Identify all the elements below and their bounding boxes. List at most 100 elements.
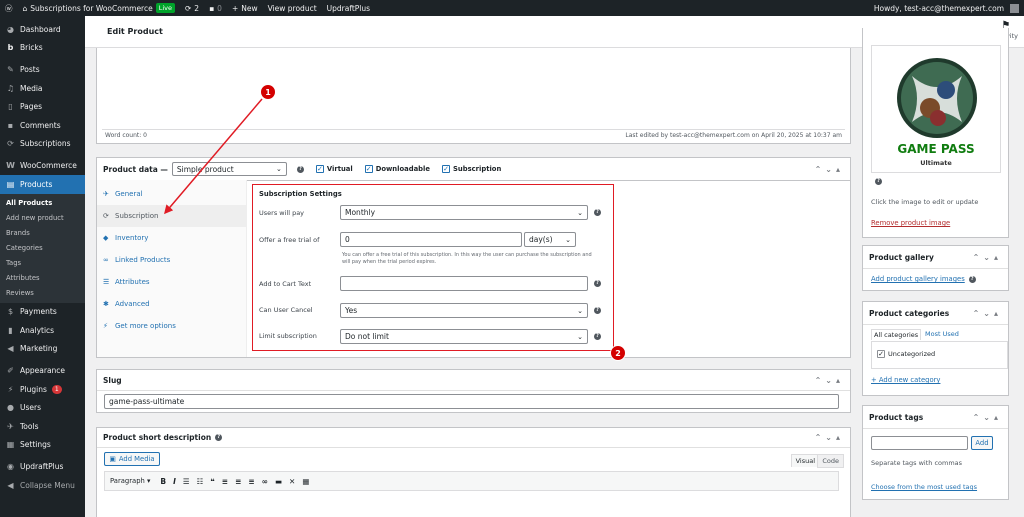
menu-dashboard[interactable]: ◕ Dashboard — [0, 20, 85, 38]
align-right-icon[interactable]: ≡ — [248, 477, 254, 486]
numbered-list-icon[interactable]: ☷ — [197, 477, 204, 486]
tab-all-categories[interactable]: All categories — [871, 329, 922, 340]
menu-products[interactable]: ▤ Products — [0, 175, 85, 194]
panel-toggle-arrows[interactable]: ⌃⌄▴ — [973, 413, 1002, 422]
submenu-categories[interactable]: Categories — [0, 241, 85, 256]
subscription-checkbox[interactable]: ✓ Subscription — [442, 165, 501, 173]
chevron-down-icon: ⌄ — [276, 165, 282, 173]
menu-marketing[interactable]: ◀ Marketing — [0, 339, 85, 357]
menu-bricks[interactable]: b Bricks — [0, 38, 85, 56]
product-categories-panel: Product categories ⌃⌄▴ All categories Mos… — [862, 301, 1009, 396]
tags-hint: Separate tags with commas — [871, 459, 963, 467]
tab-linked-products[interactable]: ∞ Linked Products — [97, 249, 246, 271]
site-name-link[interactable]: ⌂ Subscriptions for WooCommerce Live — [18, 0, 181, 16]
menu-media[interactable]: ♫ Media — [0, 79, 85, 97]
check-icon: ✓ — [315, 165, 324, 173]
view-product-link[interactable]: View product — [263, 0, 322, 16]
submenu-attributes[interactable]: Attributes — [0, 271, 85, 286]
dashboard-icon: ◕ — [7, 24, 14, 34]
diamond-icon: ◆ — [103, 234, 109, 242]
tab-attributes[interactable]: ☰ Attributes — [97, 271, 246, 293]
tab-general[interactable]: ✈ General — [97, 183, 246, 205]
code-tab[interactable]: Code — [817, 454, 844, 468]
add-gallery-images-link[interactable]: Add product gallery images — [871, 275, 965, 283]
downloadable-checkbox[interactable]: ✓ Downloadable — [364, 165, 430, 173]
panel-toggle-arrows[interactable]: ⌃⌄▴ — [973, 309, 1002, 318]
link-icon: ∞ — [103, 256, 109, 264]
product-data-header: Product data — Simple product ⌄ ? ✓ Virtua… — [97, 158, 850, 181]
align-left-icon[interactable]: ≡ — [222, 477, 228, 486]
bullet-list-icon[interactable]: ☰ — [183, 477, 190, 486]
virtual-checkbox[interactable]: ✓ Virtual — [315, 165, 353, 173]
menu-tools[interactable]: ✈ Tools — [0, 417, 85, 435]
product-categories-header: Product categories ⌃⌄▴ — [863, 302, 1008, 325]
panel-toggle-arrows[interactable]: ⌃⌄▴ — [815, 433, 844, 442]
menu-pages[interactable]: ▯ Pages — [0, 98, 85, 116]
submenu-tags[interactable]: Tags — [0, 256, 85, 271]
add-tag-button[interactable]: Add — [971, 436, 993, 450]
wp-logo-button[interactable]: ⓦ — [0, 0, 18, 16]
tags-input[interactable] — [871, 436, 968, 450]
menu-analytics[interactable]: ▮ Analytics — [0, 321, 85, 339]
menu-plugins[interactable]: ⚡ Plugins 1 — [0, 380, 85, 398]
add-new-category-link[interactable]: + Add new category — [871, 376, 940, 384]
italic-icon[interactable]: I — [173, 477, 176, 486]
submenu-brands[interactable]: Brands — [0, 226, 85, 241]
quote-icon[interactable]: ❝ — [210, 477, 214, 486]
submenu-reviews[interactable]: Reviews — [0, 286, 85, 301]
menu-payments[interactable]: $ Payments — [0, 303, 85, 321]
media-icon: ▣ — [109, 455, 116, 463]
remove-product-image-link[interactable]: Remove product image — [871, 219, 950, 227]
paintbrush-icon: ✐ — [7, 366, 14, 376]
media-icon: ♫ — [6, 83, 15, 93]
collapse-menu-button[interactable]: ◀ Collapse Menu — [0, 476, 85, 494]
category-item[interactable]: ✓ Uncategorized — [877, 350, 935, 358]
slug-input[interactable]: game-pass-ultimate — [104, 394, 839, 409]
product-type-select[interactable]: Simple product ⌄ — [171, 162, 287, 176]
product-image[interactable]: GAME PASS Ultimate — [871, 45, 1001, 173]
read-more-icon[interactable]: ▬ — [275, 477, 282, 486]
visual-tab[interactable]: Visual — [790, 454, 820, 467]
menu-appearance[interactable]: ✐ Appearance — [0, 362, 85, 380]
short-description-header: Product short description? ⌃⌄▴ — [97, 428, 850, 448]
link-icon[interactable]: ∞ — [262, 477, 268, 486]
categories-list: ✓ Uncategorized — [871, 341, 1008, 369]
highlight-box — [252, 184, 614, 351]
dollar-icon: $ — [7, 307, 14, 317]
panel-toggle-arrows[interactable]: ⌃⌄▴ — [815, 376, 844, 385]
panel-toggle-arrows[interactable]: ⌃⌄▴ — [973, 253, 1002, 262]
updraft-icon: ◉ — [7, 462, 14, 472]
menu-comments[interactable]: ▪ Comments — [0, 116, 85, 134]
choose-most-used-tags-link[interactable]: Choose from the most used tags — [871, 483, 977, 491]
paragraph-select[interactable]: Paragraph ▾ — [110, 477, 150, 485]
product-image-panel: GAME PASS Ultimate ? Click the image to … — [862, 28, 1009, 238]
updates-link[interactable]: ⟳ 2 — [180, 0, 204, 16]
tab-most-used[interactable]: Most Used — [925, 330, 959, 338]
tab-advanced[interactable]: ✱ Advanced — [97, 293, 246, 315]
tab-inventory[interactable]: ◆ Inventory — [97, 227, 246, 249]
menu-settings[interactable]: ▦ Settings — [0, 435, 85, 453]
menu-subscriptions[interactable]: ⟳ Subscriptions — [0, 134, 85, 152]
help-icon: ? — [875, 178, 882, 185]
new-content-link[interactable]: + New — [227, 0, 263, 16]
account-menu[interactable]: Howdy, test-acc@themexpert.com — [869, 0, 1024, 16]
toolbar-toggle-icon[interactable]: ▦ — [302, 477, 309, 486]
panel-toggle-arrows[interactable]: ⌃⌄▴ — [815, 165, 844, 174]
menu-woocommerce[interactable]: W WooCommerce — [0, 157, 85, 175]
align-center-icon[interactable]: ≡ — [235, 477, 241, 486]
content-editor[interactable]: Word count: 0 Last edited by test-acc@th… — [96, 48, 851, 144]
bold-icon[interactable]: B — [160, 477, 166, 486]
menu-users[interactable]: ● Users — [0, 398, 85, 416]
tab-get-more-options[interactable]: ⚡ Get more options — [97, 315, 246, 337]
comments-link[interactable]: ▪ 0 — [204, 0, 227, 16]
add-media-button[interactable]: ▣ Add Media — [104, 452, 160, 466]
submenu-all-products[interactable]: All Products — [0, 196, 85, 211]
fullscreen-icon[interactable]: ✕ — [289, 477, 295, 486]
page-icon: ▯ — [8, 102, 13, 112]
menu-posts[interactable]: ✎ Posts — [0, 61, 85, 79]
menu-updraftplus[interactable]: ◉ UpdraftPlus — [0, 458, 85, 476]
tab-subscription[interactable]: ⟳ Subscription — [97, 205, 246, 227]
submenu-add-new-product[interactable]: Add new product — [0, 211, 85, 226]
updraftplus-link[interactable]: UpdraftPlus — [322, 0, 375, 16]
help-icon: ? — [968, 275, 976, 283]
